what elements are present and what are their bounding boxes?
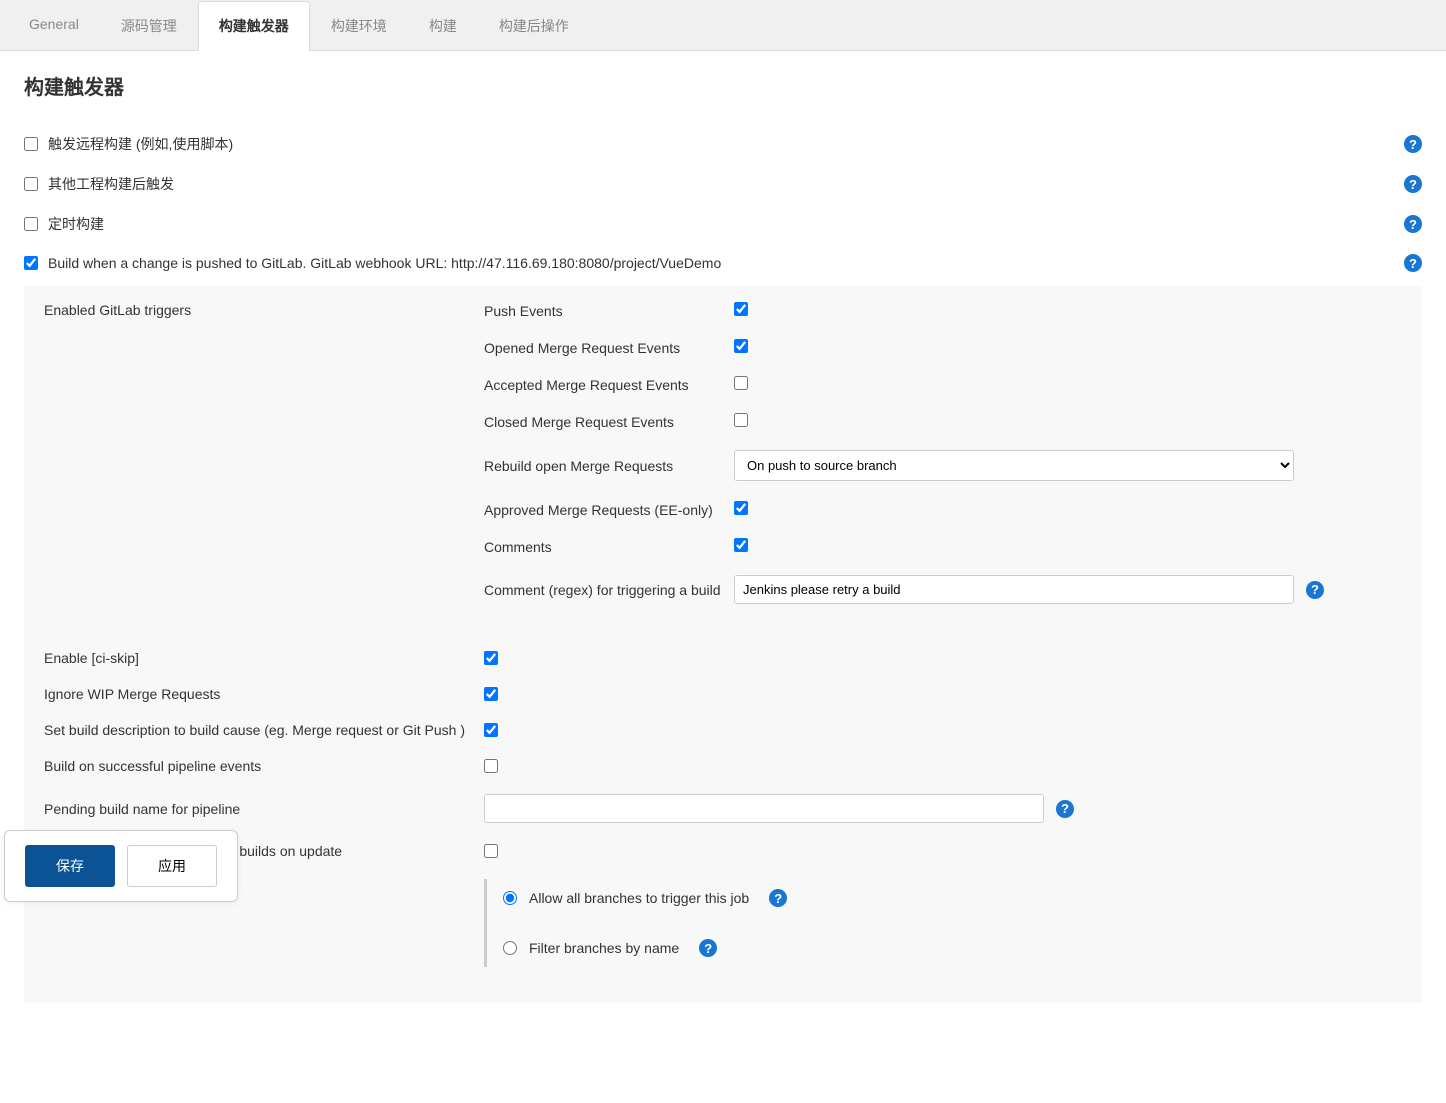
help-icon[interactable]: ? <box>1056 800 1074 818</box>
checkbox-ci-skip[interactable] <box>484 651 498 665</box>
label-pipeline-events: Build on successful pipeline events <box>44 758 484 774</box>
label-remote-trigger: 触发远程构建 (例如,使用脚本) <box>48 134 233 154</box>
label-ci-skip: Enable [ci-skip] <box>44 650 484 666</box>
help-icon[interactable]: ? <box>1404 175 1422 193</box>
label-ignore-wip: Ignore WIP Merge Requests <box>44 686 484 702</box>
option-gitlab-push-row: Build when a change is pushed to GitLab.… <box>24 244 1422 282</box>
help-icon[interactable]: ? <box>1404 215 1422 233</box>
label-closed-mr: Closed Merge Request Events <box>484 414 734 430</box>
radio-filter-name[interactable] <box>503 941 517 955</box>
option-periodic-row: 定时构建 ? <box>24 204 1422 244</box>
label-comments: Comments <box>484 539 734 555</box>
label-periodic: 定时构建 <box>48 214 104 234</box>
checkbox-opened-mr[interactable] <box>734 339 748 353</box>
checkbox-comments[interactable] <box>734 538 748 552</box>
tab-build[interactable]: 构建 <box>408 1 478 51</box>
label-approved-mr: Approved Merge Requests (EE-only) <box>484 502 734 518</box>
help-icon[interactable]: ? <box>1404 254 1422 272</box>
checkbox-gitlab-push[interactable] <box>24 256 38 270</box>
label-build-desc: Set build description to build cause (eg… <box>44 722 484 738</box>
checkbox-closed-mr[interactable] <box>734 413 748 427</box>
tab-postbuild[interactable]: 构建后操作 <box>478 1 590 51</box>
checkbox-after-other[interactable] <box>24 177 38 191</box>
tabs-bar: General 源码管理 构建触发器 构建环境 构建 构建后操作 <box>0 0 1446 51</box>
input-pending-name[interactable] <box>484 794 1044 823</box>
label-gitlab-push: Build when a change is pushed to GitLab.… <box>48 255 721 271</box>
help-icon[interactable]: ? <box>699 939 717 957</box>
apply-button[interactable]: 应用 <box>127 845 217 887</box>
content-area: 构建触发器 触发远程构建 (例如,使用脚本) ? 其他工程构建后触发 ? 定时构… <box>0 51 1446 1103</box>
option-after-other-row: 其他工程构建后触发 ? <box>24 164 1422 204</box>
checkbox-accepted-mr[interactable] <box>734 376 748 390</box>
label-comment-regex: Comment (regex) for triggering a build <box>484 582 734 598</box>
footer-bar: 保存 应用 <box>4 830 238 902</box>
checkbox-periodic[interactable] <box>24 217 38 231</box>
input-comment-regex[interactable] <box>734 575 1294 604</box>
select-rebuild-open-mr[interactable]: On push to source branch <box>734 450 1294 481</box>
enabled-triggers-label: Enabled GitLab triggers <box>44 302 484 318</box>
label-after-other: 其他工程构建后触发 <box>48 174 174 194</box>
label-accepted-mr: Accepted Merge Request Events <box>484 377 734 393</box>
checkbox-cancel-pending[interactable] <box>484 844 498 858</box>
label-push-events: Push Events <box>484 303 734 319</box>
checkbox-approved-mr[interactable] <box>734 501 748 515</box>
label-pending-name: Pending build name for pipeline <box>44 801 484 817</box>
checkbox-push-events[interactable] <box>734 302 748 316</box>
help-icon[interactable]: ? <box>769 889 787 907</box>
help-icon[interactable]: ? <box>1404 135 1422 153</box>
label-opened-mr: Opened Merge Request Events <box>484 340 734 356</box>
section-title: 构建触发器 <box>24 71 1422 100</box>
tab-env[interactable]: 构建环境 <box>310 1 408 51</box>
checkbox-build-desc[interactable] <box>484 723 498 737</box>
tab-general[interactable]: General <box>8 1 100 51</box>
checkbox-ignore-wip[interactable] <box>484 687 498 701</box>
checkbox-remote-trigger[interactable] <box>24 137 38 151</box>
save-button[interactable]: 保存 <box>25 845 115 887</box>
radio-allow-all[interactable] <box>503 891 517 905</box>
help-icon[interactable]: ? <box>1306 581 1324 599</box>
label-allow-all: Allow all branches to trigger this job <box>529 890 749 906</box>
label-filter-name: Filter branches by name <box>529 940 679 956</box>
option-remote-trigger-row: 触发远程构建 (例如,使用脚本) ? <box>24 124 1422 164</box>
tab-scm[interactable]: 源码管理 <box>100 1 198 51</box>
checkbox-pipeline-events[interactable] <box>484 759 498 773</box>
label-rebuild-open-mr: Rebuild open Merge Requests <box>484 458 734 474</box>
tab-triggers[interactable]: 构建触发器 <box>198 1 310 51</box>
